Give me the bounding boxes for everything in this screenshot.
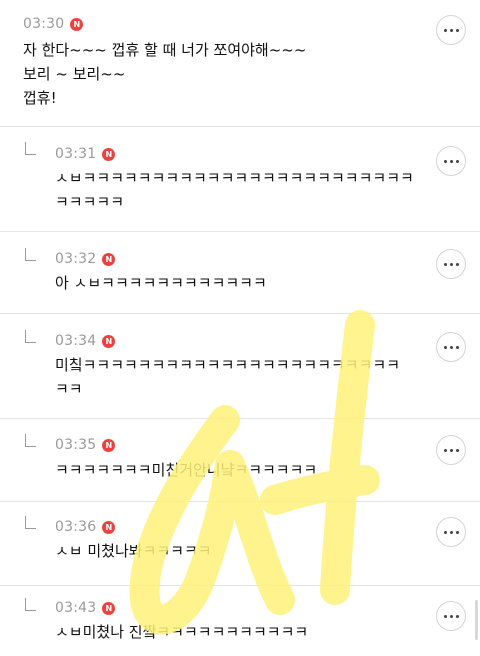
comment-text-line: ㅋㅋㅋㅋㅋㅋㅋ미친거안니냨ㅋㅋㅋㅋㅋㅋ bbox=[55, 461, 318, 479]
reply-arrow-icon bbox=[25, 598, 36, 611]
comment-text-line: ㅅㅂ미쳤나 진짴ㅋㅋㅋㅋㅋㅋㅋㅋㅋㅋㅋ bbox=[55, 623, 309, 641]
comment-time: 03:36 bbox=[55, 519, 97, 535]
comment-time: 03:43 bbox=[55, 600, 97, 616]
reply-item: 03:34 N 미칰ㅋㅋㅋㅋㅋㅋㅋㅋㅋㅋㅋㅋㅋㅋㅋㅋㅋㅋㅋㅋㅋㅋㅋ ㅋㅋ bbox=[0, 313, 480, 419]
new-badge-icon: N bbox=[102, 520, 116, 534]
comment-text-line: 보리 ~ 보리~~ bbox=[23, 65, 126, 83]
new-badge-icon: N bbox=[102, 147, 116, 161]
new-badge-icon: N bbox=[70, 17, 84, 31]
comment-text-line: ㅅㅂㅋㅋㅋㅋㅋㅋㅋㅋㅋㅋㅋㅋㅋㅋㅋㅋㅋㅋㅋㅋㅋㅋㅋㅋ bbox=[55, 169, 414, 187]
more-dots-icon bbox=[443, 530, 459, 534]
reply-item: 03:31 N ㅅㅂㅋㅋㅋㅋㅋㅋㅋㅋㅋㅋㅋㅋㅋㅋㅋㅋㅋㅋㅋㅋㅋㅋㅋㅋ ㅋㅋㅋㅋㅋ bbox=[0, 126, 480, 232]
comment-text-line: 아 ㅅㅂㅋㅋㅋㅋㅋㅋㅋㅋㅋㅋㅋㅋ bbox=[55, 274, 267, 292]
comment-time: 03:34 bbox=[55, 333, 97, 349]
more-dots-icon bbox=[443, 448, 459, 452]
comment-text-line: ㅅㅂ 미쳤나봐ㅋㅋㅋㅋㅋ bbox=[55, 542, 212, 560]
new-badge-icon: N bbox=[102, 334, 116, 348]
reply-arrow-icon bbox=[25, 142, 36, 155]
more-dots-icon bbox=[443, 614, 459, 618]
comment-time: 03:32 bbox=[55, 251, 97, 267]
comment-item: 03:30 N 자 한다~~~ 껍휴 할 때 너가 쪼여야해~~~ 보리 ~ 보… bbox=[0, 0, 480, 127]
reply-arrow-icon bbox=[25, 248, 36, 261]
comment-meta: 03:35 N bbox=[55, 436, 116, 454]
comment-text-line: 껍휴! bbox=[23, 89, 57, 107]
comment-meta: 03:30 N bbox=[23, 15, 84, 33]
reply-arrow-icon bbox=[25, 434, 36, 447]
reply-arrow-icon bbox=[25, 330, 36, 343]
comment-time: 03:35 bbox=[55, 437, 97, 453]
new-badge-icon: N bbox=[102, 438, 116, 452]
reply-item: 03:32 N 아 ㅅㅂㅋㅋㅋㅋㅋㅋㅋㅋㅋㅋㅋㅋ bbox=[0, 231, 480, 314]
more-options-button[interactable] bbox=[436, 601, 466, 631]
comment-text-line: ㅋㅋㅋㅋㅋ bbox=[55, 193, 125, 211]
comment-time: 03:31 bbox=[55, 146, 97, 162]
more-options-button[interactable] bbox=[436, 249, 466, 279]
more-options-button[interactable] bbox=[436, 15, 466, 45]
comment-meta: 03:34 N bbox=[55, 332, 116, 350]
comment-text-line: 미칰ㅋㅋㅋㅋㅋㅋㅋㅋㅋㅋㅋㅋㅋㅋㅋㅋㅋㅋㅋㅋㅋㅋㅋ bbox=[55, 356, 401, 374]
more-options-button[interactable] bbox=[436, 435, 466, 465]
new-badge-icon: N bbox=[102, 601, 116, 615]
reply-arrow-icon bbox=[25, 516, 36, 529]
comment-text-line: ㅋㅋ bbox=[55, 380, 83, 398]
comment-time: 03:30 bbox=[23, 16, 65, 32]
more-options-button[interactable] bbox=[436, 146, 466, 176]
reply-item: 03:35 N ㅋㅋㅋㅋㅋㅋㅋ미친거안니냨ㅋㅋㅋㅋㅋㅋ bbox=[0, 418, 480, 502]
comment-meta: 03:43 N bbox=[55, 599, 116, 617]
comment-meta: 03:31 N bbox=[55, 145, 116, 163]
comment-text-line: 자 한다~~~ 껍휴 할 때 너가 쪼여야해~~~ bbox=[23, 41, 307, 59]
scrollbar-thumb[interactable] bbox=[475, 600, 478, 640]
more-dots-icon bbox=[443, 262, 459, 266]
more-options-button[interactable] bbox=[436, 517, 466, 547]
comment-meta: 03:32 N bbox=[55, 250, 116, 268]
more-dots-icon bbox=[443, 159, 459, 163]
reply-item: 03:43 N ㅅㅂ미쳤나 진짴ㅋㅋㅋㅋㅋㅋㅋㅋㅋㅋㅋ bbox=[0, 585, 480, 656]
new-badge-icon: N bbox=[102, 252, 116, 266]
more-dots-icon bbox=[443, 28, 459, 32]
more-dots-icon bbox=[443, 345, 459, 349]
more-options-button[interactable] bbox=[436, 332, 466, 362]
comment-meta: 03:36 N bbox=[55, 518, 116, 536]
reply-item: 03:36 N ㅅㅂ 미쳤나봐ㅋㅋㅋㅋㅋ bbox=[0, 501, 480, 586]
